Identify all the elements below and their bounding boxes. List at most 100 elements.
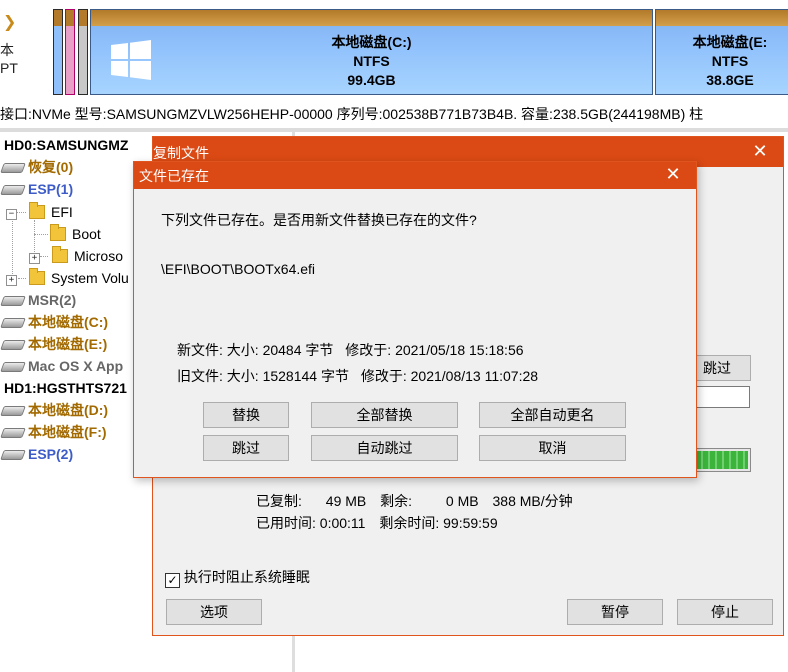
- partition-strip-msr[interactable]: [78, 9, 88, 95]
- partition-block-c[interactable]: 本地磁盘(C:) NTFS 99.4GB: [90, 9, 653, 95]
- skip-button[interactable]: 跳过: [203, 435, 289, 461]
- tree-label: System Volu: [51, 270, 129, 286]
- replace-button[interactable]: 替换: [203, 402, 289, 428]
- drive-icon: [0, 406, 26, 417]
- old-file-label: 旧文件:: [177, 368, 223, 384]
- remaining-value: 0 MB: [445, 493, 479, 509]
- new-size-label: 大小:: [226, 342, 259, 358]
- tree-item-local-d[interactable]: 本地磁盘(D:): [0, 399, 109, 421]
- tree-item-msr[interactable]: MSR(2): [0, 289, 76, 311]
- old-size-label: 大小:: [226, 368, 259, 384]
- folder-icon: [29, 268, 45, 285]
- partition-e-fs: NTFS: [711, 53, 749, 69]
- drive-icon: [0, 428, 26, 439]
- partition-c-size: 99.4GB: [347, 72, 396, 88]
- drive-icon: [0, 362, 26, 373]
- chevron-right-icon[interactable]: ❯: [3, 12, 16, 32]
- drive-icon: [0, 340, 26, 351]
- tree-label: ESP(2): [28, 446, 74, 462]
- partition-strip-esp[interactable]: [65, 9, 75, 95]
- partition-block-e[interactable]: 本地磁盘(E: NTFS 38.8GE: [655, 9, 788, 95]
- existing-file-path: \EFI\BOOT\BOOTx64.efi: [161, 261, 316, 277]
- tree-label: 本地磁盘(D:): [28, 402, 109, 418]
- overwrite-question: 下列文件已存在。是否用新文件替换已存在的文件?: [161, 212, 477, 228]
- elapsed-label: 已用时间:: [256, 515, 316, 531]
- old-size-value: 1528144 字节: [262, 368, 349, 384]
- tree-disk-hd1[interactable]: HD1:HGSTHTS721: [4, 377, 127, 399]
- tree-item-macos[interactable]: Mac OS X App: [0, 355, 124, 377]
- tree-label: 本地磁盘(C:): [28, 314, 109, 330]
- auto-skip-button[interactable]: 自动跳过: [311, 435, 458, 461]
- disk-side-line2: PT: [0, 60, 18, 76]
- options-button[interactable]: 选项: [166, 599, 262, 625]
- drive-icon: [0, 185, 26, 196]
- new-file-info: 新文件: 大小: 20484 字节 修改于: 2021/05/18 15:18:…: [177, 340, 524, 360]
- cancel-button[interactable]: 取消: [479, 435, 626, 461]
- tree-label: EFI: [51, 204, 73, 220]
- old-file-info: 旧文件: 大小: 1528144 字节 修改于: 2021/08/13 11:0…: [177, 366, 538, 386]
- old-modified-label: 修改于:: [360, 368, 407, 384]
- drive-icon: [0, 318, 26, 329]
- tree-item-efi[interactable]: − EFI: [6, 201, 73, 223]
- remaining-label: 剩余:: [380, 493, 413, 509]
- tree-item-esp2[interactable]: ESP(2): [0, 443, 74, 465]
- folder-icon: [29, 202, 45, 219]
- folder-icon: [50, 224, 66, 241]
- tree-label: Mac OS X App: [28, 358, 124, 374]
- copied-label: 已复制:: [256, 493, 302, 509]
- prevent-sleep-checkbox[interactable]: ✓: [165, 573, 180, 588]
- replace-all-button[interactable]: 全部替换: [311, 402, 458, 428]
- expand-icon[interactable]: +: [29, 253, 40, 264]
- elapsed-value: 0:00:11: [319, 515, 366, 531]
- partition-e-name: 本地磁盘(E:: [692, 34, 768, 50]
- copy-progress-bar: [693, 448, 751, 472]
- stop-button[interactable]: 停止: [677, 599, 773, 625]
- disk-info-line: 接口:NVMe 型号:SAMSUNGMZVLW256HEHP-00000 序列号…: [0, 100, 788, 128]
- partition-strip-recovery[interactable]: [53, 9, 63, 95]
- remaining-time-value: 99:59:59: [443, 515, 498, 531]
- copied-stat-line: 已复制: 49 MB 剩余: 0 MB 388 MB/分钟: [256, 491, 573, 511]
- tree-label: 本地磁盘(E:): [28, 336, 108, 352]
- copy-progress-fill: [696, 451, 748, 469]
- partition-e-size: 38.8GE: [706, 72, 754, 88]
- exists-dialog-close-button[interactable]: ✕: [650, 160, 696, 190]
- drive-icon: [0, 450, 26, 461]
- tree-disk-hd0[interactable]: HD0:SAMSUNGMZ: [4, 134, 128, 156]
- copied-value: 49 MB: [325, 493, 367, 509]
- partition-c-fs: NTFS: [353, 53, 390, 69]
- exists-dialog-titlebar[interactable]: 文件已存在 ✕: [134, 162, 696, 189]
- tree-item-boot[interactable]: Boot: [50, 223, 101, 245]
- pause-button[interactable]: 暂停: [567, 599, 663, 625]
- tree-item-microsoft[interactable]: + Microso: [29, 245, 123, 267]
- copy-dialog-close-button[interactable]: ✕: [737, 137, 783, 167]
- collapse-icon[interactable]: −: [6, 209, 17, 220]
- tree-item-local-e[interactable]: 本地磁盘(E:): [0, 333, 108, 355]
- tree-label: ESP(1): [28, 181, 74, 197]
- new-file-label: 新文件:: [177, 342, 223, 358]
- partition-c-name: 本地磁盘(C:): [331, 34, 412, 50]
- new-modified-value: 2021/05/18 15:18:56: [395, 342, 524, 358]
- tree-item-recovery[interactable]: 恢复(0): [0, 156, 74, 178]
- tree-label: Microso: [74, 248, 124, 264]
- old-modified-value: 2021/08/13 11:07:28: [410, 368, 539, 384]
- folder-icon: [52, 246, 68, 263]
- tree-label: Boot: [72, 226, 101, 242]
- disk-side-line1: 本: [0, 42, 14, 58]
- tree-label: 恢复(0): [28, 159, 74, 175]
- tree-item-local-f[interactable]: 本地磁盘(F:): [0, 421, 107, 443]
- drive-icon: [0, 163, 26, 174]
- auto-rename-all-button[interactable]: 全部自动更名: [479, 402, 626, 428]
- expand-icon[interactable]: +: [6, 275, 17, 286]
- exists-dialog-title: 文件已存在: [139, 168, 209, 184]
- tree-item-local-c[interactable]: 本地磁盘(C:): [0, 311, 109, 333]
- prevent-sleep-option[interactable]: ✓ 执行时阻止系统睡眠: [165, 567, 310, 588]
- tree-item-esp1[interactable]: ESP(1): [0, 178, 74, 200]
- copy-path-field: [693, 386, 750, 408]
- drive-icon: [0, 296, 26, 307]
- remaining-time-label: 剩余时间:: [379, 515, 440, 531]
- tree-item-system-volume[interactable]: + System Volu: [6, 267, 129, 289]
- copy-speed: 388 MB/分钟: [492, 493, 573, 509]
- new-modified-label: 修改于:: [345, 342, 392, 358]
- prevent-sleep-label: 执行时阻止系统睡眠: [183, 569, 310, 585]
- disk-map-bar: ❯ 本 PT 本地磁盘(C:) NTFS 99.4GB 本地磁盘(E: NTFS…: [0, 0, 788, 100]
